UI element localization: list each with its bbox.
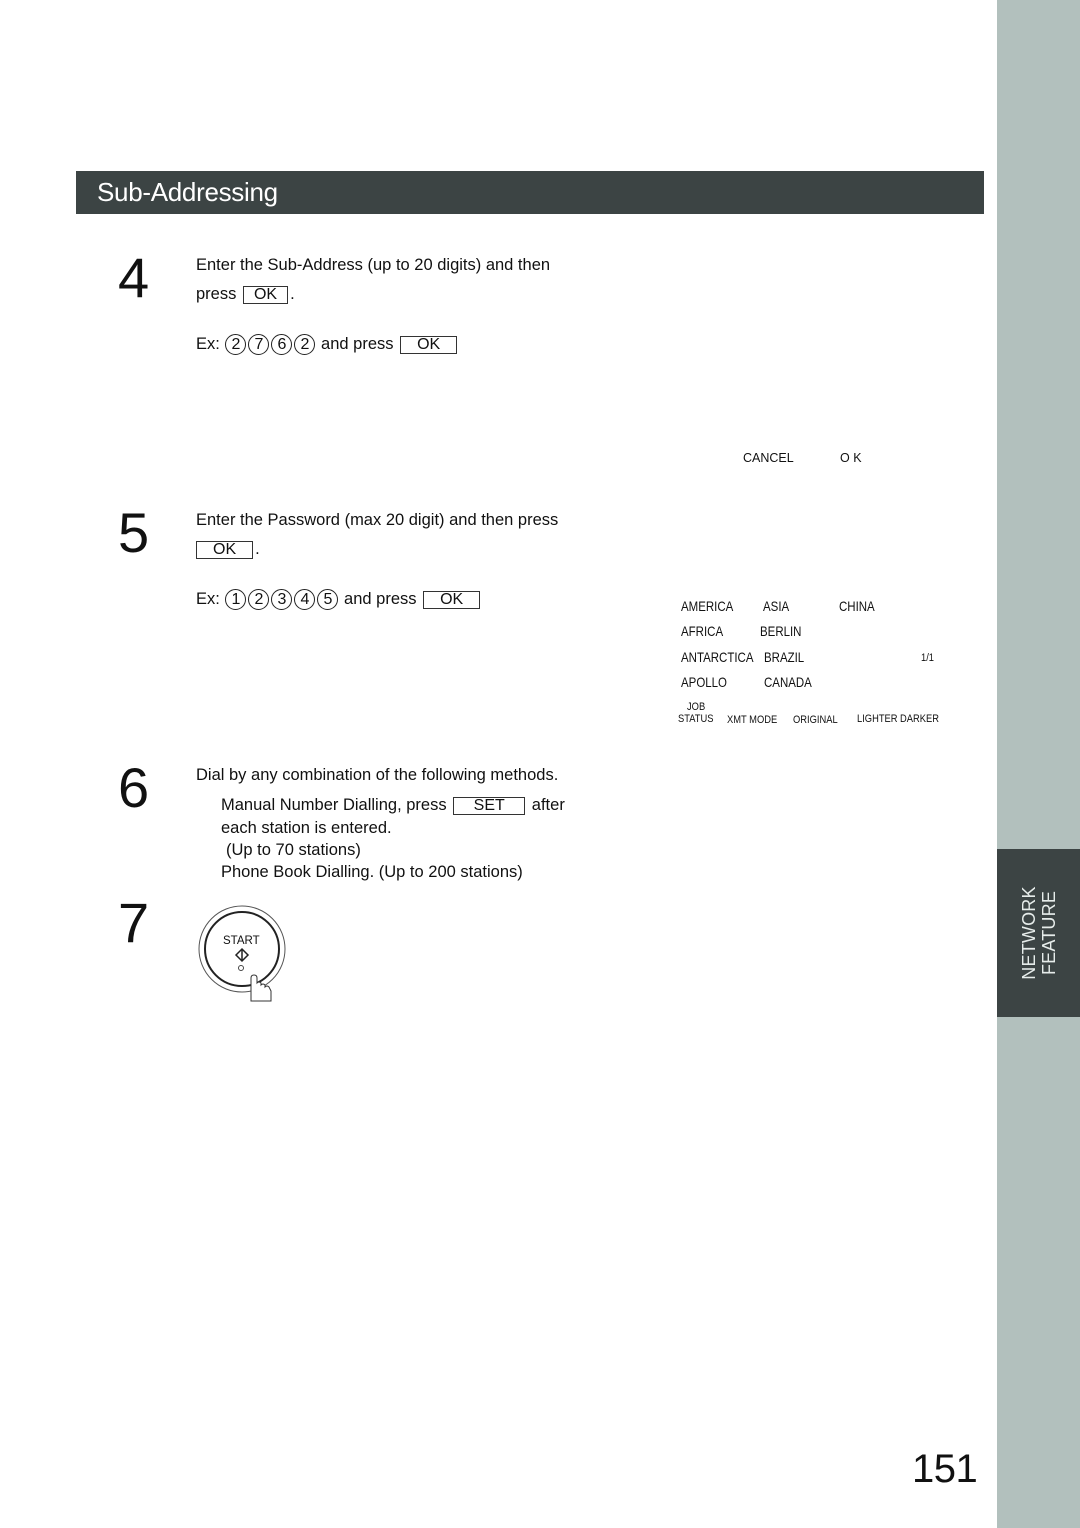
step-instruction-line2: OK. (194, 539, 260, 559)
lcd-lighter-label: LIGHTER (857, 713, 898, 725)
page-number: 151 (912, 1447, 978, 1491)
lcd-original-label: ORIGINAL (793, 714, 838, 726)
step-number: 6 (118, 756, 150, 819)
lcd-phonebook-entry: AFRICA (681, 623, 724, 639)
digit-key: 3 (271, 589, 293, 611)
section-header: Sub-Addressing (76, 171, 984, 214)
ok-key: OK (196, 540, 254, 559)
digit-key: 7 (248, 334, 270, 356)
lcd-phonebook-entry: BRAZIL (764, 649, 805, 665)
step-number: 4 (118, 246, 150, 309)
lcd-phonebook-entry: ANTARCTICA (681, 649, 754, 665)
step-example: Ex: 12345 and press OK (196, 589, 482, 611)
step-instruction: Dial by any combination of the following… (196, 766, 559, 784)
digit-key: 1 (225, 589, 247, 611)
lcd-page-indicator: 1/1 (921, 652, 935, 664)
ok-key: OK (423, 590, 481, 609)
digit-key: 4 (294, 589, 316, 611)
step-instruction-line2: Manual Number Dialling, press SET after (221, 796, 565, 815)
lcd-phonebook-entry: APOLLO (681, 674, 727, 690)
lcd-phonebook-entry: AMERICA (681, 598, 734, 614)
side-strip (997, 0, 1080, 1528)
lcd-phonebook-entry: CANADA (764, 674, 812, 690)
page-title: Sub-Addressing (97, 177, 278, 207)
step-instruction: Enter the Password (max 20 digit) and th… (196, 511, 559, 529)
lcd-status-label: STATUS (678, 713, 714, 725)
lcd-cancel-label: CANCEL (743, 451, 794, 465)
digit-key: 6 (271, 334, 293, 356)
step-instruction-line4: (Up to 70 stations) (226, 841, 361, 859)
lcd-job-label: JOB (687, 701, 706, 713)
lcd-darker-label: DARKER (900, 713, 939, 725)
digit-key: 2 (225, 334, 247, 356)
digit-key: 5 (317, 589, 339, 611)
digit-key: 2 (248, 589, 270, 611)
lcd-xmt-mode-label: XMT MODE (727, 714, 778, 726)
digit-key: 2 (294, 334, 316, 356)
ok-key: OK (242, 285, 289, 304)
section-tab-network-feature[interactable]: NETWORK FEATURE (997, 849, 1080, 1017)
step-example: Ex: 2762 and press OK (196, 334, 459, 356)
lcd-ok-label: O K (840, 451, 862, 465)
set-key: SET (453, 796, 526, 815)
ok-key: OK (400, 335, 458, 354)
start-button: START (197, 905, 289, 1002)
section-tab-line2: FEATURE (1038, 890, 1059, 976)
step-instruction-line2: press OK. (196, 285, 295, 304)
step-number: 5 (118, 501, 150, 564)
start-button-icon (198, 905, 286, 1002)
step-instruction: Enter the Sub-Address (up to 20 digits) … (196, 256, 551, 274)
step-instruction-line5: Phone Book Dialling. (Up to 200 stations… (221, 863, 523, 881)
lcd-phonebook-entry: BERLIN (760, 623, 802, 639)
lcd-phonebook-entry: CHINA (839, 598, 875, 614)
step-instruction-line3: each station is entered. (221, 819, 392, 837)
section-tab-line1: NETWORK (1018, 886, 1039, 980)
start-label: START (223, 935, 260, 947)
lcd-phonebook-entry: ASIA (763, 598, 790, 614)
step-number: 7 (118, 891, 150, 954)
